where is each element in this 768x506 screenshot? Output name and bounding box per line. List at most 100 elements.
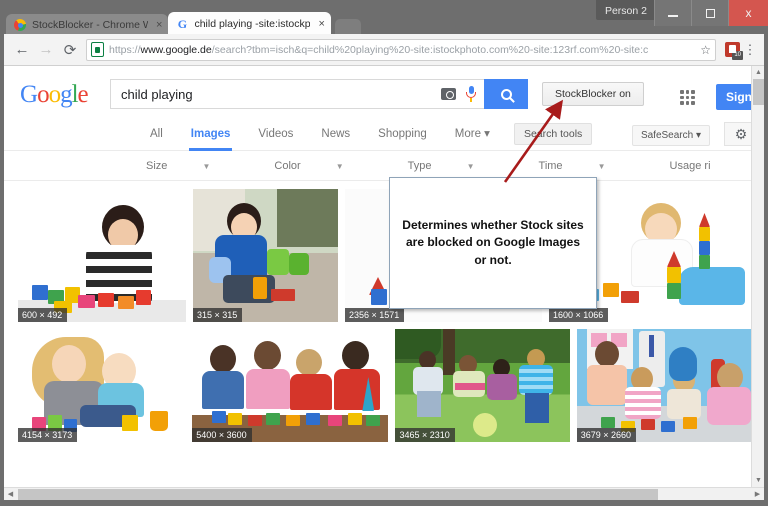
tab-images[interactable]: Images <box>177 118 245 151</box>
url-host: www.google.de <box>140 43 212 56</box>
image-result[interactable]: 600 × 492 <box>18 189 186 322</box>
chrome-icon <box>14 19 26 31</box>
logo-letter: e <box>77 81 89 108</box>
result-thumbnail: 315 × 315 <box>193 189 338 322</box>
image-result[interactable]: 3679 × 2660 <box>576 329 754 442</box>
image-dimensions: 1600 × 1066 <box>549 308 609 322</box>
result-thumbnail: 3679 × 2660 <box>576 329 754 442</box>
maximize-button[interactable] <box>691 0 728 26</box>
stockblocker-toggle-button[interactable]: StockBlocker on <box>542 82 644 106</box>
window-controls: x <box>654 0 768 26</box>
horizontal-scrollbar[interactable]: ◀ ▶ <box>4 487 764 500</box>
filter-label: Usage ri <box>669 159 711 172</box>
filter-usage-rights[interactable]: Usage ri <box>638 160 743 172</box>
image-dimensions: 2356 × 1571 <box>345 308 405 322</box>
chevron-down-icon: ▼ <box>335 161 344 171</box>
tab-videos[interactable]: Videos <box>244 118 307 150</box>
scroll-down-icon[interactable]: ▼ <box>752 474 765 487</box>
image-result[interactable]: 3465 × 2310 <box>395 329 570 442</box>
filter-label: Color <box>274 159 301 172</box>
chevron-down-icon: ▼ <box>202 161 211 171</box>
safesearch-dropdown[interactable]: SafeSearch ▾ <box>631 125 710 146</box>
minimize-button[interactable] <box>654 0 691 26</box>
scroll-right-icon[interactable]: ▶ <box>751 488 764 501</box>
close-tab-icon[interactable]: × <box>156 19 162 31</box>
back-button[interactable]: ← <box>10 38 34 62</box>
google-logo[interactable]: Google <box>20 81 89 109</box>
logo-letter: G <box>20 81 38 108</box>
chrome-menu-icon[interactable]: ⋮ <box>742 42 758 58</box>
tab-more[interactable]: More ▾ <box>441 118 504 150</box>
url-text: https://www.google.de/search?tbm=isch&q=… <box>109 44 695 56</box>
filter-label: Type <box>407 159 432 172</box>
image-dimensions: 600 × 492 <box>18 308 68 322</box>
filter-type[interactable]: Type ▼ <box>376 160 507 172</box>
tab-title: StockBlocker - Chrome W <box>32 19 148 31</box>
url-path: /search?tbm=isch&q=child%20playing%20-si… <box>211 43 649 56</box>
google-g-icon: G <box>177 17 188 31</box>
google-header: Google child playing StockBlocker on Sig… <box>4 66 764 118</box>
image-result[interactable]: 315 × 315 <box>193 189 338 322</box>
title-bar: Person 2 x StockBlocker - Chrome W × G c… <box>0 0 768 36</box>
search-input[interactable]: child playing <box>111 87 441 102</box>
tab-news[interactable]: News <box>307 118 364 150</box>
person-indicator[interactable]: Person 2 <box>595 0 656 20</box>
stockblocker-extension-icon[interactable]: 10 <box>725 42 743 60</box>
address-bar[interactable]: https://www.google.de/search?tbm=isch&q=… <box>86 38 716 61</box>
camera-icon[interactable] <box>441 88 456 100</box>
tab-strip: StockBlocker - Chrome W × G child playin… <box>6 12 361 36</box>
results-row: 4154 × 3173 5400 × 3600 3465 × 2310 3679… <box>18 329 754 442</box>
close-tab-icon[interactable]: × <box>318 18 324 30</box>
chevron-down-icon: ▼ <box>597 161 606 171</box>
scroll-up-icon[interactable]: ▲ <box>752 66 765 79</box>
microphone-icon[interactable] <box>466 86 476 102</box>
result-thumbnail: 600 × 492 <box>18 189 186 322</box>
search-box[interactable]: child playing <box>110 79 528 109</box>
forward-button[interactable]: → <box>34 38 58 62</box>
filter-size[interactable]: Size ▼ <box>114 160 242 172</box>
image-filter-bar: Size ▼ Color ▼ Type ▼ Time ▼ Usage ri <box>4 151 764 181</box>
url-scheme: https:// <box>109 43 141 56</box>
secure-lock-icon <box>91 42 104 57</box>
result-thumbnail: 4154 × 3173 <box>18 329 186 442</box>
image-dimensions: 315 × 315 <box>193 308 243 322</box>
vertical-scroll-thumb[interactable] <box>753 79 764 105</box>
scroll-left-icon[interactable]: ◀ <box>4 488 17 501</box>
logo-letter: o <box>48 81 61 108</box>
tab-shopping[interactable]: Shopping <box>364 118 441 150</box>
image-dimensions: 3679 × 2660 <box>576 428 637 442</box>
filter-color[interactable]: Color ▼ <box>242 160 375 172</box>
google-nav-tabs: All Images Videos News Shopping More ▾ S… <box>4 118 764 151</box>
filter-time[interactable]: Time ▼ <box>507 160 638 172</box>
logo-letter: o <box>37 81 49 108</box>
magnifier-icon <box>500 88 512 100</box>
tab-stockblocker[interactable]: StockBlocker - Chrome W × <box>6 14 169 36</box>
image-dimensions: 4154 × 3173 <box>18 428 78 442</box>
logo-letter: g <box>60 81 72 108</box>
tab-all[interactable]: All <box>136 118 177 150</box>
minimize-icon <box>668 15 678 17</box>
browser-toolbar: ← → ⟳ https://www.google.de/search?tbm=i… <box>4 34 764 66</box>
image-results-grid: 600 × 492 315 × 315 2356 × 1571 1600 × 1… <box>4 181 764 442</box>
horizontal-scroll-thumb[interactable] <box>18 489 658 500</box>
search-button[interactable] <box>484 79 528 109</box>
reload-button[interactable]: ⟳ <box>58 38 82 62</box>
close-window-button[interactable]: x <box>728 0 768 26</box>
result-thumbnail: 3465 × 2310 <box>395 329 570 442</box>
image-result[interactable]: 5400 × 3600 <box>192 329 389 442</box>
results-row: 600 × 492 315 × 315 2356 × 1571 1600 × 1… <box>18 189 754 322</box>
search-tools-button[interactable]: Search tools <box>513 123 593 145</box>
apps-grid-icon[interactable] <box>680 90 695 105</box>
vertical-scrollbar[interactable]: ▲ ▼ <box>751 66 764 487</box>
page-viewport: Google child playing StockBlocker on Sig… <box>4 66 764 487</box>
annotation-callout: Determines whether Stock sites are block… <box>389 177 597 309</box>
tab-title: child playing -site:istockp <box>194 18 311 30</box>
filter-label: Time <box>538 159 563 172</box>
image-result[interactable]: 4154 × 3173 <box>18 329 186 442</box>
image-dimensions: 3465 × 2310 <box>395 428 455 442</box>
result-thumbnail: 5400 × 3600 <box>192 329 389 442</box>
maximize-icon <box>705 8 715 18</box>
tab-google-images[interactable]: G child playing -site:istockp × <box>168 12 331 36</box>
bookmark-star-icon[interactable]: ☆ <box>700 43 711 57</box>
filter-label: Size <box>146 159 168 172</box>
